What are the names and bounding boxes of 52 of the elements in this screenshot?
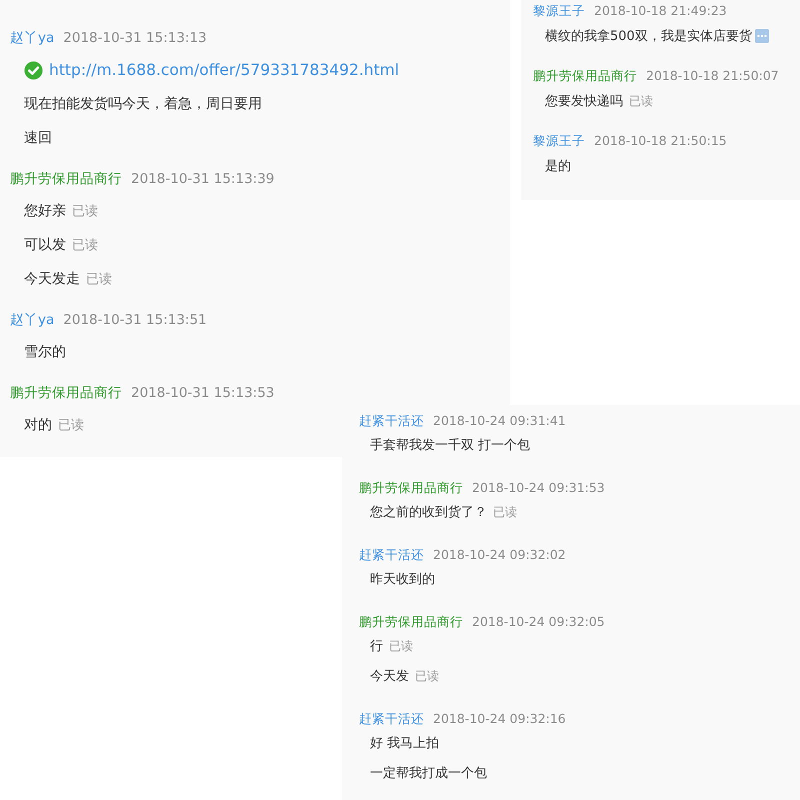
message-text: 可以发 (24, 236, 66, 254)
message-text: 好 我马上拍 (370, 735, 440, 752)
message-text: 您之前的收到货了？ (370, 504, 487, 521)
read-status: 已读 (58, 417, 84, 434)
sender-name: 鹏升劳保用品商行 (533, 68, 637, 85)
message-text: 雪尔的 (24, 343, 66, 361)
sender-name: 赶紧干活还 (359, 413, 424, 430)
read-status: 已读 (86, 271, 112, 288)
check-icon (24, 60, 43, 80)
message-text: 今天发 (370, 668, 409, 685)
timestamp: 2018-10-24 09:31:41 (433, 413, 566, 428)
message-text: 现在拍能发货吗今天，着急，周日要用 (24, 95, 262, 113)
sender-name: 鹏升劳保用品商行 (10, 384, 122, 402)
sender-name: 赶紧干活还 (359, 711, 424, 728)
link[interactable]: http://m.1688.com/offer/579331783492.html (49, 61, 400, 79)
read-status: 已读 (415, 668, 439, 684)
timestamp: 2018-10-18 21:50:15 (594, 133, 727, 148)
message-text: 今天发走 (24, 270, 80, 288)
sender-name: 鹏升劳保用品商行 (10, 170, 122, 188)
sender-name: 鹏升劳保用品商行 (359, 480, 463, 497)
sender-name: 赵丫ya (10, 29, 54, 47)
message-text: 一定帮我打成一个包 (370, 765, 487, 782)
message-text: 横纹的我拿500双，我是实体店要货 (545, 28, 752, 45)
sender-name: 黎源王子 (533, 3, 585, 20)
message-text: 是的 (545, 158, 571, 175)
timestamp: 2018-10-24 09:32:02 (433, 547, 566, 562)
message-text: 昨天收到的 (370, 571, 435, 588)
message-text: 手套帮我发一千双 打一个包 (370, 437, 530, 454)
sender-name: 赵丫ya (10, 311, 54, 329)
timestamp: 2018-10-24 09:31:53 (472, 480, 605, 495)
sender-name: 鹏升劳保用品商行 (359, 614, 463, 631)
read-status: 已读 (493, 504, 517, 520)
timestamp: 2018-10-31 15:13:39 (131, 171, 274, 187)
message-text: 对的 (24, 416, 52, 434)
more-icon[interactable] (754, 29, 769, 43)
message-text: 行 (370, 638, 383, 655)
timestamp: 2018-10-24 09:32:05 (472, 614, 605, 629)
message-text: 您好亲 (24, 202, 66, 220)
read-status: 已读 (72, 203, 98, 220)
message-text: 您要发快递吗 (545, 93, 623, 110)
timestamp: 2018-10-31 15:13:51 (63, 312, 207, 328)
timestamp: 2018-10-24 09:32:16 (433, 711, 566, 726)
read-status: 已读 (72, 237, 98, 254)
read-status: 已读 (389, 638, 413, 654)
timestamp: 2018-10-18 21:50:07 (646, 68, 779, 83)
sender-name: 黎源王子 (533, 133, 585, 150)
timestamp: 2018-10-31 15:13:53 (131, 385, 274, 401)
sender-name: 赶紧干活还 (359, 547, 424, 564)
timestamp: 2018-10-31 15:13:13 (63, 30, 207, 46)
read-status: 已读 (629, 92, 653, 110)
timestamp: 2018-10-18 21:49:23 (594, 3, 727, 18)
message-text: 速回 (24, 129, 52, 147)
